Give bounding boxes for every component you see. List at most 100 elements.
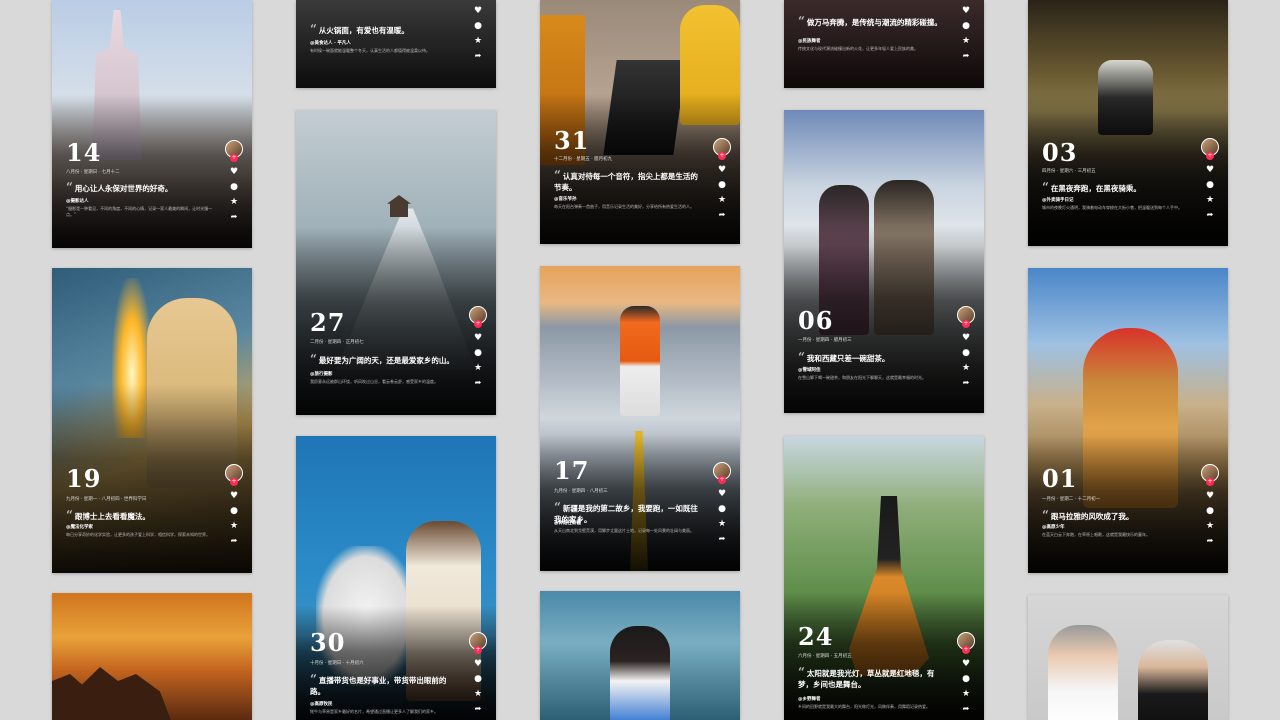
- follow-button[interactable]: +: [230, 154, 238, 162]
- action-rail: + ♥ ● ★ ➦: [468, 632, 488, 714]
- comment-icon[interactable]: ●: [962, 674, 970, 684]
- heart-icon[interactable]: ♥: [718, 165, 726, 175]
- card-01[interactable]: 01 一月份 · 星期二 · 十二月初一 “跟马拉雅的风吹成了我。 @高原少年 …: [1028, 268, 1228, 573]
- heart-icon[interactable]: ♥: [962, 6, 970, 16]
- avatar[interactable]: +: [469, 306, 487, 328]
- star-icon[interactable]: ★: [962, 36, 970, 46]
- share-icon[interactable]: ➦: [475, 378, 482, 388]
- card-17[interactable]: 17 九月份 · 星期四 · 八月初三 “新疆是我的第二故乡，我要跑，一如既往我…: [540, 266, 740, 571]
- share-icon[interactable]: ➦: [475, 51, 482, 61]
- follow-button[interactable]: +: [1206, 152, 1214, 160]
- follow-button[interactable]: +: [474, 320, 482, 328]
- day-number: 30: [310, 628, 346, 657]
- card-30[interactable]: 30 十月份 · 星期日 · 十月初六 “直播带货也是好事业，带货带出眼前的路。…: [296, 436, 496, 720]
- author-name: @魔法化学家: [66, 525, 93, 530]
- follow-button[interactable]: +: [962, 646, 970, 654]
- heart-icon[interactable]: ♥: [474, 659, 482, 669]
- author-name: @高原少年: [1042, 525, 1065, 530]
- avatar[interactable]: +: [225, 464, 243, 486]
- comment-icon[interactable]: ●: [1206, 180, 1214, 190]
- card-27-mountain[interactable]: 27 二月份 · 星期四 · 正月初七 “最好要为广阔的天，还是最爱家乡的山。 …: [296, 110, 496, 415]
- comment-icon[interactable]: ●: [474, 674, 482, 684]
- share-icon[interactable]: ➦: [1207, 536, 1214, 546]
- star-icon[interactable]: ★: [230, 521, 238, 531]
- card-06[interactable]: 06 一月份 · 星期四 · 腊月初三 “我和西藏只差一碗甜茶。 @雪域阿佳 在…: [784, 110, 984, 413]
- avatar[interactable]: +: [1201, 138, 1219, 160]
- star-icon[interactable]: ★: [474, 689, 482, 699]
- heart-icon[interactable]: ♥: [230, 167, 238, 177]
- share-icon[interactable]: ➦: [963, 378, 970, 388]
- follow-button[interactable]: +: [474, 646, 482, 654]
- author-name: @民族舞者: [798, 39, 821, 44]
- heart-icon[interactable]: ♥: [1206, 165, 1214, 175]
- comment-icon[interactable]: ●: [474, 348, 482, 358]
- avatar[interactable]: +: [713, 462, 731, 484]
- day-number: 17: [554, 456, 590, 485]
- grandma-shape: [1048, 625, 1118, 720]
- comment-icon[interactable]: ●: [474, 21, 482, 31]
- card-elderly-couple[interactable]: [1028, 595, 1228, 720]
- card-girl-stadium[interactable]: [540, 591, 740, 720]
- star-icon[interactable]: ★: [718, 195, 726, 205]
- card-24[interactable]: 24 六月份 · 星期四 · 五月初五 “太阳就是我光灯，草丛就是红地毯，有梦，…: [784, 436, 984, 720]
- avatar[interactable]: +: [1201, 464, 1219, 486]
- share-icon[interactable]: ➦: [963, 704, 970, 714]
- heart-icon[interactable]: ♥: [1206, 491, 1214, 501]
- lunar-date: 四月份 · 星期六 · 三月初五: [1042, 169, 1096, 174]
- heart-icon[interactable]: ♥: [718, 489, 726, 499]
- follow-button[interactable]: +: [718, 476, 726, 484]
- card-19[interactable]: 19 九月份 · 星期一 · 八月初四 · 世界科学日 “跟博士上去看看魔法。 …: [52, 268, 252, 573]
- heart-icon[interactable]: ♥: [474, 6, 482, 16]
- star-icon[interactable]: ★: [1206, 521, 1214, 531]
- author-name: @乡野舞者: [798, 697, 821, 702]
- card-14[interactable]: 14 八月份 · 星期日 · 七月十二 “用心让人永保对世界的好奇。 @摄影达人…: [52, 0, 252, 248]
- comment-icon[interactable]: ●: [718, 504, 726, 514]
- avatar[interactable]: +: [957, 632, 975, 654]
- share-icon[interactable]: ➦: [1207, 210, 1214, 220]
- star-icon[interactable]: ★: [230, 197, 238, 207]
- comment-icon[interactable]: ●: [962, 348, 970, 358]
- description: 传统文化与现代潮流碰撞出新的火花，让更多年轻人爱上民族的美。: [798, 46, 918, 51]
- star-icon[interactable]: ★: [962, 363, 970, 373]
- comment-icon[interactable]: ●: [718, 180, 726, 190]
- lunar-date: 一月份 · 星期四 · 腊月初三: [798, 338, 852, 343]
- follow-button[interactable]: +: [962, 320, 970, 328]
- grandpa-shape: [1138, 640, 1208, 720]
- heart-icon[interactable]: ♥: [962, 659, 970, 669]
- avatar[interactable]: +: [957, 306, 975, 328]
- day-number: 27: [310, 308, 346, 337]
- card-camel-sunset[interactable]: [52, 593, 252, 720]
- card-31[interactable]: 31 十二月份 · 星期五 · 腊月初九 “认真对待每一个音符，指尖上都是生活的…: [540, 0, 740, 244]
- comment-icon[interactable]: ●: [230, 182, 238, 192]
- card-03[interactable]: 03 四月份 · 星期六 · 三月初五 “在黑夜奔跑，在黑夜骑乘。 @外卖骑手日…: [1028, 0, 1228, 246]
- star-icon[interactable]: ★: [1206, 195, 1214, 205]
- star-icon[interactable]: ★: [474, 36, 482, 46]
- avatar[interactable]: +: [713, 138, 731, 160]
- avatar[interactable]: +: [469, 632, 487, 654]
- heart-icon[interactable]: ♥: [962, 333, 970, 343]
- quote-text: “太阳就是我光灯，草丛就是红地毯，有梦，乡间也是舞台。: [798, 665, 935, 689]
- lunar-date: 八月份 · 星期日 · 七月十二: [66, 170, 120, 175]
- follow-button[interactable]: +: [230, 478, 238, 486]
- follow-button[interactable]: +: [718, 152, 726, 160]
- avatar[interactable]: +: [225, 140, 243, 162]
- comment-icon[interactable]: ●: [1206, 506, 1214, 516]
- share-icon[interactable]: ➦: [963, 51, 970, 61]
- heart-icon[interactable]: ♥: [230, 491, 238, 501]
- share-icon[interactable]: ➦: [719, 210, 726, 220]
- quote-text: “跟马拉雅的风吹成了我。: [1042, 508, 1134, 522]
- comment-icon[interactable]: ●: [962, 21, 970, 31]
- card-27-noodle[interactable]: “从火锅面，有爱也有温暖。 @美食达人 · 平凡人 有时候一碗面就能温暖整个冬天…: [296, 0, 496, 88]
- share-icon[interactable]: ➦: [231, 536, 238, 546]
- share-icon[interactable]: ➦: [475, 704, 482, 714]
- heart-icon[interactable]: ♥: [474, 333, 482, 343]
- share-icon[interactable]: ➦: [719, 534, 726, 544]
- action-rail: + ♥ ● ★ ➦: [224, 464, 244, 546]
- comment-icon[interactable]: ●: [230, 506, 238, 516]
- star-icon[interactable]: ★: [474, 363, 482, 373]
- star-icon[interactable]: ★: [718, 519, 726, 529]
- follow-button[interactable]: +: [1206, 478, 1214, 486]
- share-icon[interactable]: ➦: [231, 212, 238, 222]
- star-icon[interactable]: ★: [962, 689, 970, 699]
- card-dancers[interactable]: “做万马奔腾，是传统与潮流的精彩碰撞。 @民族舞者 传统文化与现代潮流碰撞出新的…: [784, 0, 984, 88]
